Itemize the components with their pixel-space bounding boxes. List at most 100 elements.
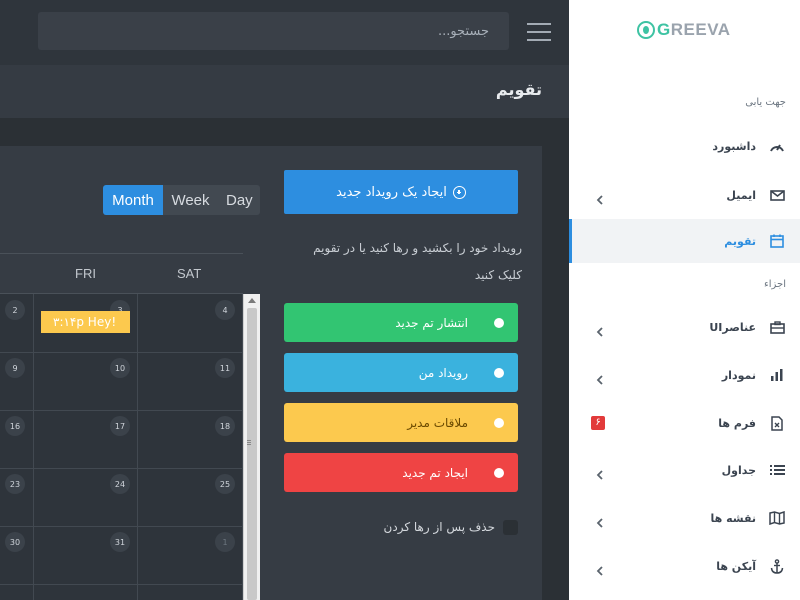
hamburger-line — [527, 23, 551, 25]
day-number[interactable]: 24 — [110, 474, 130, 494]
sidebar-item-tables[interactable]: جداول — [569, 448, 800, 492]
sidebar-item-label: داشبورد — [712, 139, 756, 153]
day-number[interactable]: 4 — [215, 300, 235, 320]
day-number[interactable]: 11 — [215, 358, 235, 378]
day-number[interactable]: 23 — [5, 474, 25, 494]
remove-after-drop-checkbox[interactable] — [503, 519, 518, 535]
view-switcher: Month Week Day — [103, 185, 260, 215]
grid-line — [0, 584, 243, 585]
view-week-button[interactable]: Week — [163, 185, 218, 215]
day-name-fri: FRI — [75, 266, 96, 281]
event-dot-icon — [494, 467, 504, 478]
hamburger-line — [527, 31, 551, 33]
month-calendar: FRI SAT 2 3 4 9 10 11 16 17 18 23 24 25 … — [0, 253, 260, 600]
sidebar-item-label: نقشه ها — [710, 511, 757, 525]
sidebar-item-charts[interactable]: نمودار — [569, 353, 800, 397]
sidebar-item-calendar[interactable]: تقویم — [569, 219, 800, 263]
sidebar: GREEVA جهت یابی داشبورد ایمیل تقویم اجزا… — [569, 0, 800, 600]
event-dot-icon — [494, 317, 504, 328]
day-number[interactable] — [215, 590, 235, 600]
section-title-navigation: جهت یابی — [745, 97, 786, 108]
chevron-left-icon — [595, 561, 605, 576]
sidebar-item-label: عناصرUI — [709, 320, 756, 334]
scroll-up-arrow-icon[interactable] — [248, 298, 256, 303]
grid-line — [0, 468, 243, 469]
grid-line — [0, 526, 243, 527]
envelope-icon — [768, 186, 786, 204]
section-title-components: اجزاء — [764, 279, 786, 290]
event-label: رویداد من — [418, 365, 468, 380]
day-number[interactable] — [110, 590, 130, 600]
day-number[interactable]: 10 — [110, 358, 130, 378]
anchor-icon — [768, 557, 786, 575]
gauge-icon — [768, 137, 786, 155]
sidebar-item-ui-elements[interactable]: عناصرUI — [569, 305, 800, 349]
draggable-event-my-event[interactable]: رویداد من — [284, 353, 518, 392]
remove-after-drop-label: حذف پس از رها کردن — [383, 520, 495, 534]
sidebar-item-label: جداول — [721, 463, 756, 477]
brand-logo[interactable]: GREEVA — [637, 19, 731, 41]
menu-toggle-button[interactable] — [527, 23, 551, 41]
sidebar-item-label: ایمیل — [726, 188, 756, 202]
draggable-event-new-theme-release[interactable]: انتشار تم جدید — [284, 303, 518, 342]
notification-badge: ۶ — [591, 416, 605, 430]
logo-mark-icon — [637, 21, 655, 39]
chevron-left-icon — [595, 370, 605, 385]
sidebar-item-dashboard[interactable]: داشبورد — [569, 124, 800, 168]
create-event-label: ایجاد یک رویداد جدید — [336, 184, 447, 200]
day-number[interactable] — [5, 590, 25, 600]
grid-line — [33, 294, 34, 600]
view-month-button[interactable]: Month — [103, 185, 163, 215]
day-number[interactable]: 9 — [5, 358, 25, 378]
day-number[interactable]: 31 — [110, 532, 130, 552]
sidebar-item-maps[interactable]: نقشه ها — [569, 496, 800, 540]
day-number[interactable]: 18 — [215, 416, 235, 436]
day-number[interactable]: 25 — [215, 474, 235, 494]
remove-after-drop-row: حذف پس از رها کردن — [370, 516, 518, 538]
drag-help-text: رویداد خود را بکشید و رها کنید یا در تقو… — [313, 241, 522, 282]
day-number-next-month[interactable]: 1 — [215, 532, 235, 552]
event-label: ایجاد تم جدید — [402, 465, 468, 480]
day-number[interactable]: 2 — [5, 300, 25, 320]
day-name-sat: SAT — [177, 266, 202, 281]
calendar-event[interactable]: ۳:۱۴p Hey! — [41, 311, 130, 333]
draggable-event-manager-meeting[interactable]: ملاقات مدیر — [284, 403, 518, 442]
day-number[interactable]: 16 — [5, 416, 25, 436]
grid-line — [137, 294, 138, 600]
event-label: ملاقات مدیر — [407, 415, 468, 430]
view-day-button[interactable]: Day — [218, 185, 260, 215]
chevron-left-icon — [595, 513, 605, 528]
create-event-button[interactable]: ایجاد یک رویداد جدید — [284, 170, 518, 214]
briefcase-icon — [768, 318, 786, 336]
sidebar-item-icons[interactable]: آیکن ها — [569, 544, 800, 588]
chevron-left-icon — [595, 322, 605, 337]
sidebar-item-label: فرم ها — [718, 416, 756, 430]
scrollbar-grip-icon — [247, 440, 251, 441]
sidebar-item-email[interactable]: ایمیل — [569, 173, 800, 217]
scrollbar-thumb[interactable] — [247, 308, 257, 600]
calendar-grid[interactable]: 2 3 4 9 10 11 16 17 18 23 24 25 30 31 1 — [0, 294, 243, 600]
event-label: انتشار تم جدید — [395, 315, 468, 330]
sidebar-item-label: نمودار — [721, 368, 756, 382]
sidebar-item-forms[interactable]: فرم ها ۶ — [569, 401, 800, 445]
search-input[interactable] — [38, 12, 509, 50]
day-number[interactable]: 17 — [110, 416, 130, 436]
chevron-left-icon — [595, 190, 605, 205]
list-icon — [768, 461, 786, 479]
event-dot-icon — [494, 417, 504, 428]
bar-chart-icon — [768, 366, 786, 384]
draggable-event-create-theme[interactable]: ایجاد تم جدید — [284, 453, 518, 492]
sidebar-item-label: تقویم — [724, 234, 756, 248]
event-dot-icon — [494, 367, 504, 378]
chevron-left-icon — [595, 465, 605, 480]
plus-circle-icon — [452, 185, 466, 199]
logo-text: GREEVA — [657, 20, 731, 39]
calendar-icon — [768, 232, 786, 250]
day-number[interactable]: 30 — [5, 532, 25, 552]
grid-line — [0, 410, 243, 411]
calendar-day-header: FRI SAT — [0, 253, 243, 294]
form-file-icon — [768, 414, 786, 432]
page-title-bar: تقویم — [0, 65, 569, 118]
calendar-scrollbar[interactable] — [243, 294, 260, 600]
grid-line — [0, 352, 243, 353]
